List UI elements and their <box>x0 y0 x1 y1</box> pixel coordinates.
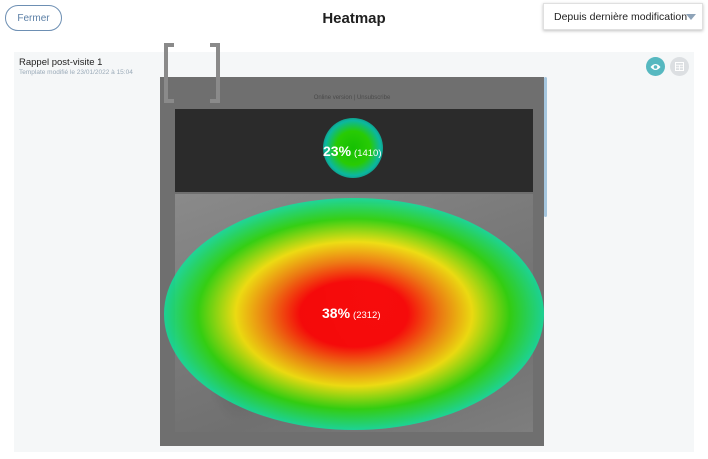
chevron-down-icon <box>686 14 696 20</box>
heat-count: (2312) <box>353 310 381 321</box>
grid-icon <box>675 62 684 71</box>
logo-bracket-right <box>210 43 220 103</box>
logo-bracket-left <box>164 43 174 103</box>
preview-scrollbar[interactable] <box>544 77 547 217</box>
period-select-value: Depuis dernière modification <box>554 10 688 23</box>
heat-percent: 38% <box>322 305 351 321</box>
heat-label-hero: 38% (2312) <box>322 305 381 321</box>
heat-count: (1410) <box>354 148 382 159</box>
heat-label-logo: 23% (1410) <box>323 143 382 159</box>
eye-icon <box>650 63 661 70</box>
heat-percent: 23% <box>323 143 352 159</box>
template-name: Rappel post-visite 1 <box>19 57 103 68</box>
preview-button[interactable] <box>646 57 665 76</box>
template-modified-date: Template modifié le 23/01/2022 à 15:04 <box>19 69 133 76</box>
period-select[interactable]: Depuis dernière modification <box>543 3 703 30</box>
table-view-button[interactable] <box>670 57 689 76</box>
